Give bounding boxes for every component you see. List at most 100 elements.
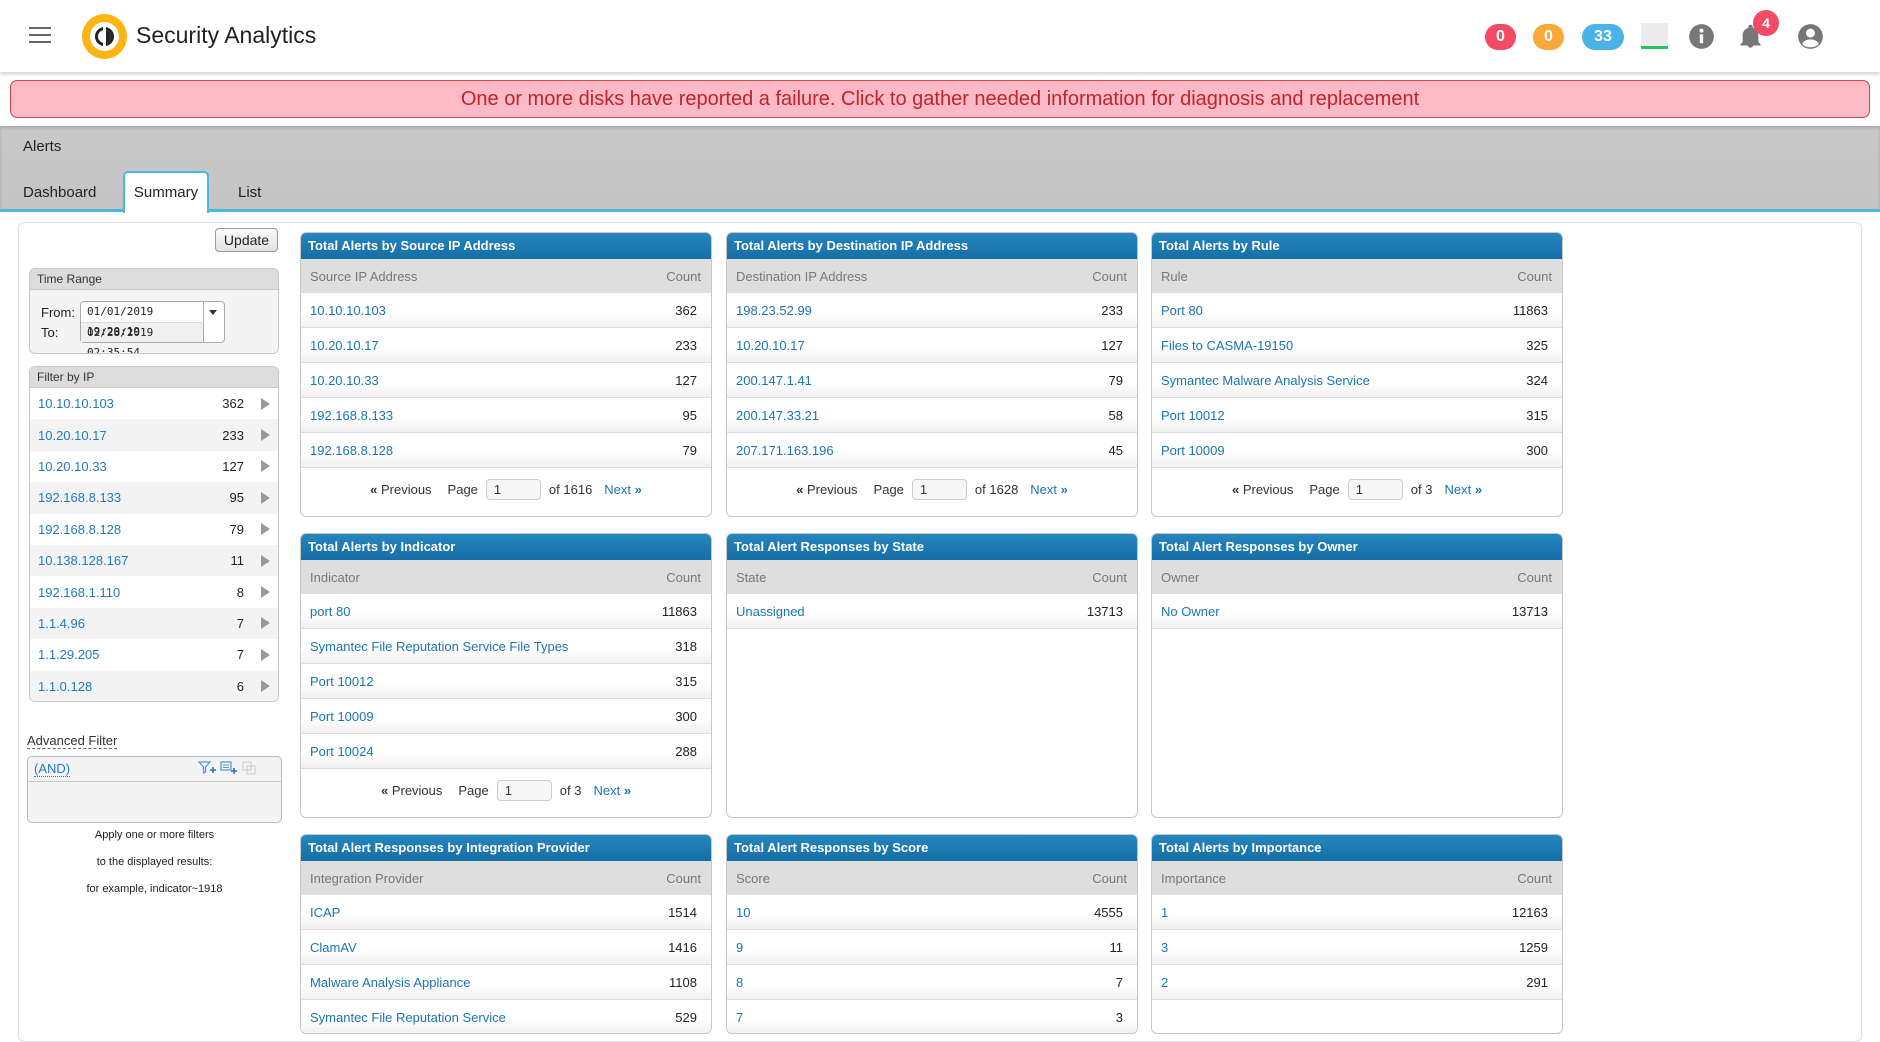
next-page-button[interactable]: Next » — [593, 783, 631, 798]
column-header-name[interactable]: Rule — [1161, 269, 1517, 284]
row-link[interactable]: port 80 — [310, 604, 662, 619]
filter-ip-row[interactable]: 192.168.1.110 8 — [30, 576, 278, 608]
previous-page-button[interactable]: « Previous — [796, 482, 857, 497]
column-header-count[interactable]: Count — [1092, 570, 1127, 585]
add-filter-group-icon[interactable] — [220, 761, 237, 775]
advanced-filter-title[interactable]: Advanced Filter — [27, 733, 118, 749]
column-header-name[interactable]: Destination IP Address — [736, 269, 1092, 284]
warning-count-badge[interactable]: 0 — [1533, 24, 1564, 50]
row-link[interactable]: Unassigned — [736, 604, 1087, 619]
row-link[interactable]: Port 80 — [1161, 303, 1513, 318]
expand-arrow-icon[interactable] — [261, 648, 270, 661]
from-datetime-field[interactable]: 01/01/2019 19:20:19 — [81, 302, 204, 338]
row-link[interactable]: Symantec File Reputation Service — [310, 1010, 675, 1025]
column-header-name[interactable]: Indicator — [310, 570, 666, 585]
row-link[interactable]: 9 — [736, 940, 1110, 955]
update-button[interactable]: Update — [215, 228, 278, 252]
filter-ip-row[interactable]: 10.138.128.167 11 — [30, 544, 278, 577]
column-header-name[interactable]: Owner — [1161, 570, 1517, 585]
row-link[interactable]: 10.10.10.103 — [310, 303, 675, 318]
page-number-input[interactable]: 1 — [1347, 478, 1403, 500]
expand-arrow-icon[interactable] — [261, 397, 270, 410]
row-link[interactable]: 10.20.10.17 — [310, 338, 675, 353]
filter-ip-link[interactable]: 10.20.10.17 — [38, 428, 204, 443]
expand-arrow-icon[interactable] — [261, 586, 270, 599]
time-range-picker[interactable]: 01/01/2019 19:20:19 02/28/2019 02:35:54 — [80, 301, 225, 353]
filter-ip-row[interactable]: 1.1.0.128 6 — [30, 670, 278, 701]
filter-ip-row[interactable]: 192.168.8.128 79 — [30, 513, 278, 545]
tab-list[interactable]: List — [238, 173, 261, 212]
filter-ip-link[interactable]: 1.1.29.205 — [38, 647, 204, 662]
filter-ip-row[interactable]: 10.20.10.17 233 — [30, 419, 278, 451]
expand-arrow-icon[interactable] — [261, 491, 270, 504]
row-link[interactable]: 10.20.10.33 — [310, 373, 675, 388]
row-link[interactable]: 192.168.8.133 — [310, 408, 683, 423]
row-link[interactable]: 1 — [1161, 905, 1512, 920]
previous-page-button[interactable]: « Previous — [370, 482, 431, 497]
row-link[interactable]: 200.147.33.21 — [736, 408, 1109, 423]
expand-arrow-icon[interactable] — [261, 680, 270, 693]
filter-ip-row[interactable]: 10.20.10.33 127 — [30, 450, 278, 483]
row-link[interactable]: Malware Analysis Appliance — [310, 975, 669, 990]
filter-ip-link[interactable]: 10.20.10.33 — [38, 459, 204, 474]
column-header-count[interactable]: Count — [1092, 871, 1127, 886]
add-filter-icon[interactable] — [197, 761, 216, 775]
expand-arrow-icon[interactable] — [261, 554, 270, 567]
filter-ip-link[interactable]: 192.168.8.128 — [38, 522, 204, 537]
column-header-name[interactable]: Importance — [1161, 871, 1517, 886]
column-header-name[interactable]: Source IP Address — [310, 269, 666, 284]
row-link[interactable]: No Owner — [1161, 604, 1512, 619]
info-count-badge[interactable]: 33 — [1582, 24, 1624, 50]
column-header-count[interactable]: Count — [1517, 871, 1552, 886]
filter-ip-link[interactable]: 10.10.10.103 — [38, 396, 204, 411]
row-link[interactable]: 200.147.1.41 — [736, 373, 1109, 388]
next-page-button[interactable]: Next » — [1444, 482, 1482, 497]
filter-ip-link[interactable]: 1.1.0.128 — [38, 679, 204, 694]
row-link[interactable]: 207.171.163.196 — [736, 443, 1109, 458]
expand-arrow-icon[interactable] — [261, 460, 270, 473]
next-page-button[interactable]: Next » — [604, 482, 642, 497]
row-link[interactable]: 8 — [736, 975, 1116, 990]
row-link[interactable]: Port 10012 — [310, 674, 675, 689]
row-link[interactable]: 2 — [1161, 975, 1526, 990]
row-link[interactable]: 7 — [736, 1010, 1116, 1025]
expand-arrow-icon[interactable] — [261, 523, 270, 536]
row-link[interactable]: 10.20.10.17 — [736, 338, 1101, 353]
column-header-count[interactable]: Count — [666, 570, 701, 585]
page-number-input[interactable]: 1 — [911, 478, 967, 500]
previous-page-button[interactable]: « Previous — [381, 783, 442, 798]
disk-failure-alert-banner[interactable]: One or more disks have reported a failur… — [10, 80, 1870, 118]
row-link[interactable]: Files to CASMA-19150 — [1161, 338, 1526, 353]
row-link[interactable]: 192.168.8.128 — [310, 443, 683, 458]
row-link[interactable]: 198.23.52.99 — [736, 303, 1101, 318]
column-header-count[interactable]: Count — [1517, 269, 1552, 284]
tab-dashboard[interactable]: Dashboard — [23, 173, 96, 212]
menu-icon[interactable] — [29, 27, 51, 45]
filter-ip-row[interactable]: 1.1.4.96 7 — [30, 607, 278, 640]
info-icon[interactable] — [1688, 23, 1715, 50]
column-header-name[interactable]: Score — [736, 871, 1092, 886]
row-link[interactable]: 10 — [736, 905, 1094, 920]
row-link[interactable]: Port 10009 — [1161, 443, 1526, 458]
filter-ip-link[interactable]: 1.1.4.96 — [38, 616, 204, 631]
row-link[interactable]: Symantec Malware Analysis Service — [1161, 373, 1526, 388]
copy-filter-icon[interactable] — [242, 761, 258, 775]
filter-ip-link[interactable]: 192.168.8.133 — [38, 490, 204, 505]
to-datetime-field[interactable]: 02/28/2019 02:35:54 — [81, 322, 204, 353]
filter-operator-toggle[interactable]: (AND) — [34, 761, 71, 777]
critical-count-badge[interactable]: 0 — [1485, 24, 1516, 50]
column-header-count[interactable]: Count — [666, 269, 701, 284]
page-number-input[interactable]: 1 — [496, 779, 552, 801]
row-link[interactable]: Port 10009 — [310, 709, 675, 724]
column-header-name[interactable]: State — [736, 570, 1092, 585]
column-header-count[interactable]: Count — [666, 871, 701, 886]
previous-page-button[interactable]: « Previous — [1232, 482, 1293, 497]
expand-arrow-icon[interactable] — [261, 617, 270, 630]
expand-arrow-icon[interactable] — [261, 429, 270, 442]
next-page-button[interactable]: Next » — [1030, 482, 1068, 497]
row-link[interactable]: ICAP — [310, 905, 668, 920]
column-header-name[interactable]: Integration Provider — [310, 871, 666, 886]
row-link[interactable]: Symantec File Reputation Service File Ty… — [310, 639, 675, 654]
row-link[interactable]: Port 10024 — [310, 744, 675, 759]
filter-ip-link[interactable]: 192.168.1.110 — [38, 585, 204, 600]
